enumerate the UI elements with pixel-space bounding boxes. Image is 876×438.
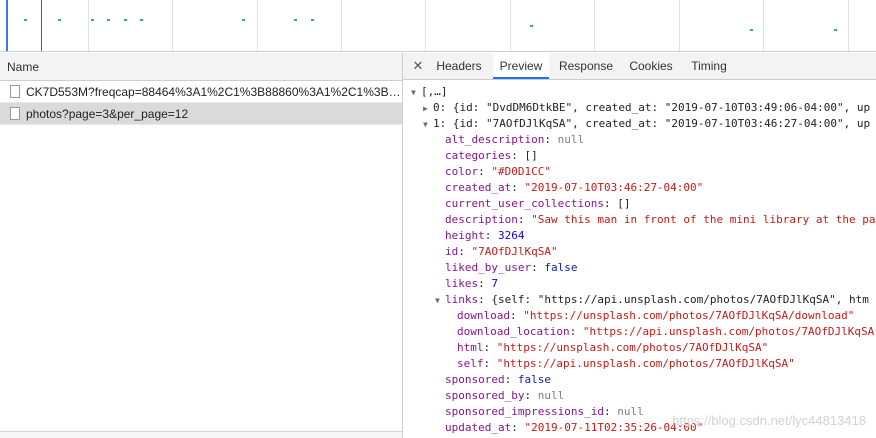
timeline-grid-line — [594, 0, 595, 51]
json-field: self: "https://api.unsplash.com/photos/7… — [457, 357, 795, 370]
timeline-request-mark — [140, 19, 143, 21]
document-icon — [10, 85, 20, 98]
timeline-grid-line — [679, 0, 680, 51]
name-column-header[interactable]: Name — [0, 53, 402, 81]
json-field: id: "7AOfDJlKqSA" — [445, 245, 558, 258]
timeline-request-mark — [530, 25, 533, 27]
timeline-request-mark — [834, 29, 837, 31]
request-name: photos?page=3&per_page=12 — [26, 107, 189, 121]
json-field: sponsored_by: null — [445, 389, 565, 402]
tab-headers[interactable]: Headers — [431, 53, 487, 79]
json-field: html: "https://unsplash.com/photos/7AOfD… — [457, 341, 769, 354]
close-icon[interactable]: ✕ — [411, 58, 425, 74]
request-details-panel: ✕ Headers Preview Response Cookies Timin… — [403, 53, 876, 438]
watermark-text: https://blog.csdn.net/lyc44813418 — [672, 413, 866, 428]
json-field: created_at: "2019-07-10T03:46:27-04:00" — [445, 181, 704, 194]
expanded-triangle-icon[interactable]: ▼ — [423, 117, 433, 133]
request-row-selected[interactable]: photos?page=3&per_page=12 — [0, 103, 402, 125]
timeline-request-mark — [24, 19, 27, 21]
json-field: current_user_collections: [] — [445, 197, 631, 210]
tab-cookies[interactable]: Cookies — [624, 53, 678, 79]
timeline-request-mark — [242, 19, 245, 21]
timeline-grid-line — [763, 0, 764, 51]
horizontal-scrollbar[interactable] — [0, 431, 402, 438]
timeline-request-mark — [294, 19, 297, 21]
request-name: CK7D553M?freqcap=88464%3A1%2C1%3B88860%3… — [26, 85, 402, 99]
expanded-triangle-icon[interactable]: ▼ — [411, 85, 421, 101]
timeline-grid-line — [425, 0, 426, 51]
details-tab-bar: ✕ Headers Preview Response Cookies Timin… — [403, 53, 876, 80]
json-root-node[interactable]: ▼ [,…] — [411, 84, 448, 100]
timeline-grid-line — [88, 0, 89, 51]
timeline-grid-line — [848, 0, 849, 51]
tab-preview[interactable]: Preview — [493, 53, 549, 79]
timeline-request-mark — [107, 19, 110, 21]
json-field: sponsored: false — [445, 373, 551, 386]
tab-timing[interactable]: Timing — [685, 53, 733, 79]
json-preview-tree: ▼ [,…] ▶ 0: {id: "DvdDM6DtkBE", created_at… — [403, 80, 876, 438]
json-field: sponsored_impressions_id: null — [445, 405, 644, 418]
tab-response[interactable]: Response — [555, 53, 617, 79]
json-array-item-0[interactable]: ▶ 0: {id: "DvdDM6DtkBE", created_at: "201… — [423, 100, 870, 116]
json-array-item-1[interactable]: ▼ 1: {id: "7AOfDJlKqSA", created_at: "201… — [423, 116, 870, 132]
timeline-load-marker — [41, 0, 42, 51]
timeline-grid-line — [510, 0, 511, 51]
expanded-triangle-icon[interactable]: ▼ — [435, 293, 445, 309]
json-field: updated_at: "2019-07-11T02:35:26-04:00" — [445, 421, 704, 434]
timeline-grid-line — [257, 0, 258, 51]
timeline-request-mark — [124, 19, 127, 21]
timeline-grid-line — [341, 0, 342, 51]
timeline-request-mark — [91, 19, 94, 21]
collapsed-triangle-icon[interactable]: ▶ — [423, 101, 433, 117]
json-links-node[interactable]: ▼ links: {self: "https://api.unsplash.com… — [435, 292, 869, 308]
json-field: liked_by_user: false — [445, 261, 578, 274]
json-field: height: 3264 — [445, 229, 525, 242]
json-field: download_location: "https://api.unsplash… — [457, 325, 875, 338]
document-icon — [10, 107, 20, 120]
json-field: categories: [] — [445, 149, 538, 162]
json-field: description: "Saw this man in front of t… — [445, 213, 876, 226]
json-field: download: "https://unsplash.com/photos/7… — [457, 309, 855, 322]
timeline-grid-line — [172, 0, 173, 51]
json-field: color: "#D0D1CC" — [445, 165, 551, 178]
json-field: likes: 7 — [445, 277, 498, 290]
timeline-range-start-marker — [6, 0, 8, 51]
request-list-panel: Name CK7D553M?freqcap=88464%3A1%2C1%3B88… — [0, 53, 403, 438]
timeline-request-mark — [311, 19, 314, 21]
timeline-request-mark — [750, 29, 753, 31]
network-overview-timeline[interactable] — [0, 0, 876, 52]
request-row[interactable]: CK7D553M?freqcap=88464%3A1%2C1%3B88860%3… — [0, 81, 402, 103]
json-field: alt_description: null — [445, 133, 585, 146]
timeline-request-mark — [58, 19, 61, 21]
